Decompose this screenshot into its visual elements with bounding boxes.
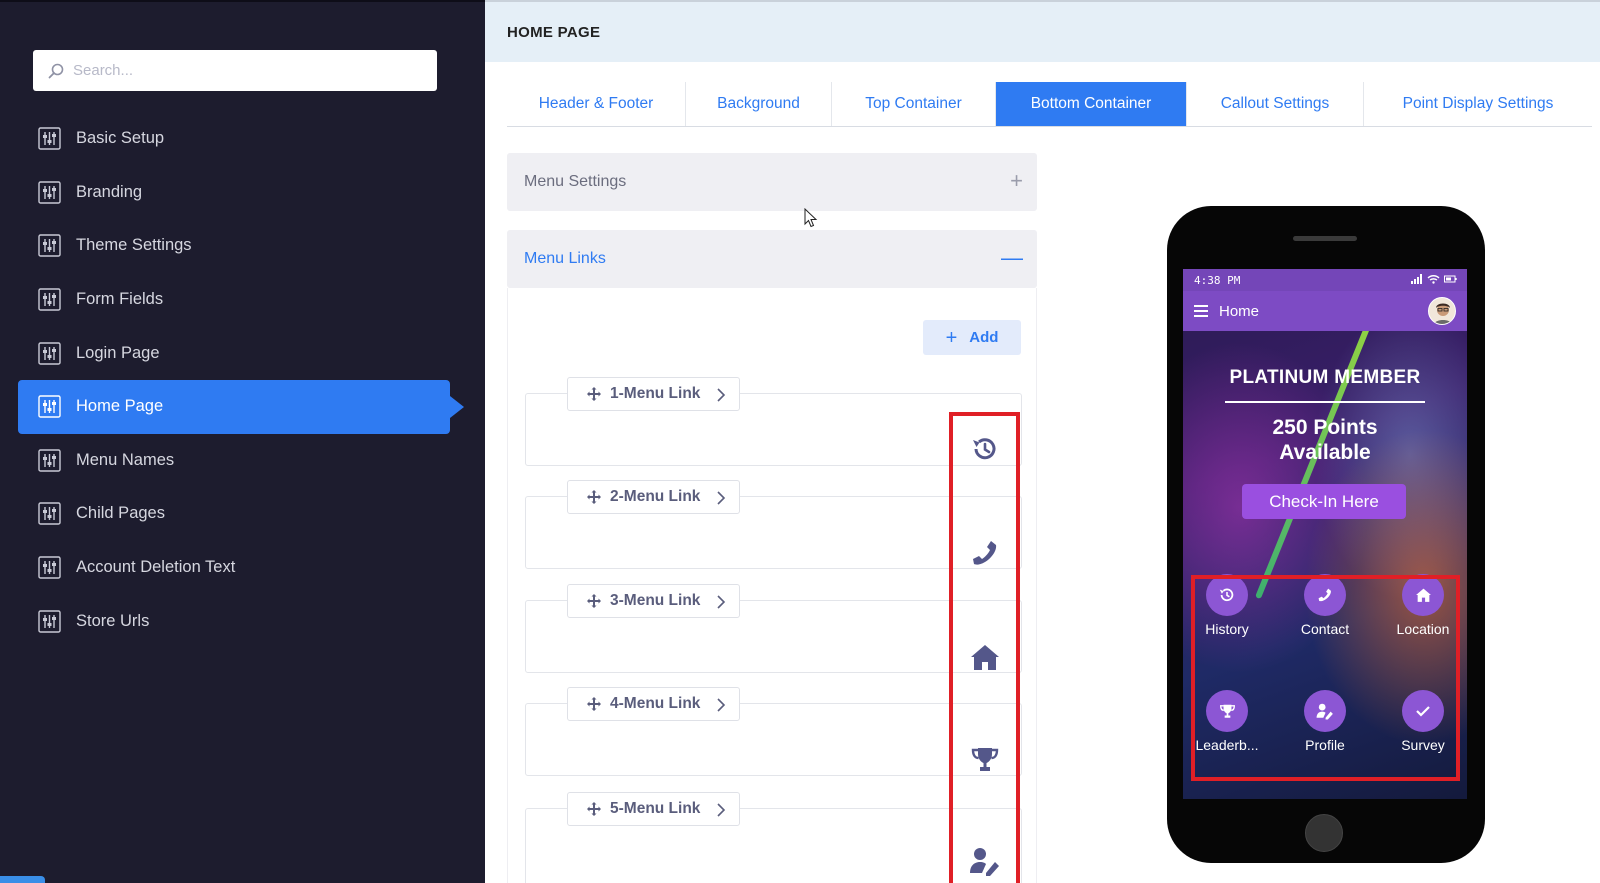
signal-icon: [1411, 274, 1423, 284]
sidebar-item-label: Child Pages: [76, 504, 165, 523]
sliders-icon: [38, 181, 61, 204]
tab-background[interactable]: Background: [686, 82, 832, 126]
menu-link-label: 1-Menu Link: [610, 385, 701, 402]
sidebar-item-home-page[interactable]: Home Page: [18, 379, 464, 434]
hamburger-menu-icon[interactable]: [1194, 305, 1208, 317]
menu-link-label: 3-Menu Link: [610, 592, 701, 609]
wifi-icon: [1427, 274, 1440, 284]
menu-settings-label: Menu Settings: [524, 173, 627, 190]
sidebar-item-label: Store Urls: [76, 611, 150, 630]
phone-speaker: [1293, 236, 1357, 241]
chevron-right-icon: [715, 388, 727, 402]
tab-top-container[interactable]: Top Container: [832, 82, 996, 126]
sidebar-item-basic-setup[interactable]: Basic Setup: [18, 112, 484, 166]
sidebar-item-form-fields[interactable]: Form Fields: [18, 273, 484, 327]
move-icon[interactable]: [586, 696, 602, 712]
move-icon[interactable]: [586, 386, 602, 402]
history-icon[interactable]: [967, 431, 1003, 467]
phone-home-button: [1305, 814, 1343, 852]
plus-icon: +: [945, 326, 958, 349]
points-line1: 250 Points: [1272, 416, 1378, 439]
points-display: 250 Points Available: [1183, 415, 1467, 465]
tab-point-display-settings[interactable]: Point Display Settings: [1364, 82, 1592, 126]
sidebar-item-label: Menu Names: [76, 450, 175, 469]
move-icon[interactable]: [586, 801, 602, 817]
sliders-icon: [38, 288, 61, 311]
sidebar-item-label: Basic Setup: [76, 129, 165, 148]
search-box[interactable]: [33, 50, 437, 91]
expand-icon[interactable]: +: [1010, 170, 1023, 192]
app-bar: Home: [1183, 291, 1467, 331]
menu-link-chip-5[interactable]: 5-Menu Link: [567, 792, 740, 826]
menu-link-chip-3[interactable]: 3-Menu Link: [567, 584, 740, 618]
add-label: Add: [969, 329, 999, 346]
chevron-right-icon: [715, 491, 727, 505]
menu-link-label: 2-Menu Link: [610, 488, 701, 505]
phone-tiles-highlight: [1191, 575, 1460, 781]
sidebar-item-label: Form Fields: [76, 290, 164, 309]
phone-icon[interactable]: [967, 535, 1003, 571]
sliders-icon: [38, 502, 61, 526]
mouse-cursor-icon: [804, 207, 818, 228]
add-menu-link-button[interactable]: + Add: [923, 320, 1021, 355]
chevron-right-icon: [715, 698, 727, 712]
user-edit-icon[interactable]: [967, 843, 1003, 879]
app-title: Home: [1219, 302, 1260, 320]
status-time: 4:38 PM: [1194, 273, 1241, 287]
menu-link-label: 5-Menu Link: [610, 800, 701, 817]
chevron-right-icon: [715, 595, 727, 609]
sliders-icon: [38, 609, 61, 633]
sidebar-item-menu-names[interactable]: Menu Names: [18, 434, 484, 488]
sidebar: Basic Setup Branding Theme Settings Form…: [0, 0, 485, 883]
menu-settings-accordion[interactable]: Menu Settings +: [507, 153, 1037, 211]
tab-bottom-container[interactable]: Bottom Container: [996, 82, 1187, 126]
menu-link-chip-2[interactable]: 2-Menu Link: [567, 480, 740, 514]
sliders-icon: [38, 395, 61, 418]
tab-header-footer[interactable]: Header & Footer: [507, 82, 686, 126]
sidebar-item-label: Home Page: [76, 397, 164, 416]
points-line2: Available: [1279, 441, 1371, 464]
sidebar-item-label: Theme Settings: [76, 236, 192, 255]
search-input[interactable]: [73, 62, 433, 79]
sidebar-item-label: Branding: [76, 182, 143, 201]
sidebar-item-branding[interactable]: Branding: [18, 166, 484, 220]
sidebar-item-theme-settings[interactable]: Theme Settings: [18, 219, 484, 273]
home-icon[interactable]: [967, 639, 1003, 675]
trophy-icon[interactable]: [967, 742, 1003, 778]
sidebar-item-login-page[interactable]: Login Page: [18, 326, 484, 380]
sliders-icon: [38, 449, 61, 472]
collapse-icon[interactable]: —: [1001, 247, 1023, 269]
sidebar-nav: Basic Setup Branding Theme Settings Form…: [18, 112, 484, 648]
check-in-button[interactable]: Check-In Here: [1242, 484, 1406, 519]
page-title: HOME PAGE: [485, 0, 1600, 62]
search-icon: [47, 62, 65, 80]
menu-links-label: Menu Links: [524, 250, 606, 267]
move-icon[interactable]: [586, 593, 602, 609]
sidebar-item-store-urls[interactable]: Store Urls: [18, 594, 484, 648]
divider: [1225, 401, 1425, 403]
move-icon[interactable]: [586, 489, 602, 505]
sliders-icon: [38, 234, 61, 258]
menu-link-chip-4[interactable]: 4-Menu Link: [567, 687, 740, 721]
sidebar-item-child-pages[interactable]: Child Pages: [18, 487, 484, 541]
member-tier: PLATINUM MEMBER: [1229, 367, 1421, 388]
tab-callout-settings[interactable]: Callout Settings: [1187, 82, 1364, 126]
sliders-icon: [38, 127, 61, 150]
sidebar-item-label: Login Page: [76, 343, 160, 362]
tab-bar: Header & Footer Background Top Container…: [507, 82, 1592, 127]
status-bar: 4:38 PM: [1183, 269, 1467, 291]
corner-tab[interactable]: [0, 876, 45, 883]
avatar[interactable]: [1428, 297, 1456, 325]
sliders-icon: [38, 341, 61, 365]
sidebar-item-account-deletion-text[interactable]: Account Deletion Text: [18, 541, 484, 595]
sidebar-item-label: Account Deletion Text: [76, 558, 236, 577]
menu-links-accordion[interactable]: Menu Links —: [507, 230, 1037, 288]
sliders-icon: [38, 556, 61, 579]
menu-link-chip-1[interactable]: 1-Menu Link: [567, 377, 740, 411]
menu-link-label: 4-Menu Link: [610, 695, 701, 712]
chevron-right-icon: [715, 803, 727, 817]
battery-icon: [1444, 274, 1457, 284]
